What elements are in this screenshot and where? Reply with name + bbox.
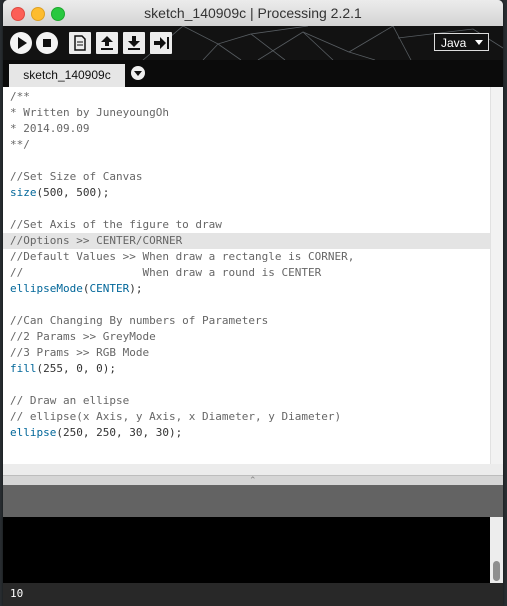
code-comment: //3 Prams >> RGB Mode bbox=[10, 346, 150, 359]
console-scroll-thumb[interactable] bbox=[493, 561, 500, 581]
tab-bar: sketch_140909c bbox=[3, 60, 503, 87]
code-line[interactable] bbox=[3, 201, 490, 217]
upload-arrow-icon bbox=[101, 36, 113, 50]
code-line[interactable]: fill(255, 0, 0); bbox=[3, 361, 490, 377]
status-bar: 10 bbox=[3, 583, 503, 606]
editor-scrollbar[interactable] bbox=[490, 87, 503, 464]
processing-window: sketch_140909c | Processing 2.2.1 Java s… bbox=[3, 0, 503, 606]
new-button[interactable] bbox=[69, 32, 91, 54]
code-line[interactable]: /** bbox=[3, 89, 490, 105]
run-button[interactable] bbox=[10, 32, 32, 54]
code-comment: **/ bbox=[10, 138, 30, 151]
code-comment: //2 Params >> GreyMode bbox=[10, 330, 156, 343]
chevron-down-icon bbox=[475, 40, 483, 45]
code-line[interactable]: //3 Prams >> RGB Mode bbox=[3, 345, 490, 361]
code-line[interactable] bbox=[3, 153, 490, 169]
code-comment: //Options >> CENTER/CORNER bbox=[10, 234, 183, 247]
code-line[interactable] bbox=[3, 297, 490, 313]
code-line[interactable]: size(500, 500); bbox=[3, 185, 490, 201]
code-keyword: ellipse bbox=[10, 426, 57, 439]
tab-menu-button[interactable] bbox=[131, 66, 145, 80]
code-editor[interactable]: /** * Written by JuneyoungOh * 2014.09.09 *… bbox=[3, 87, 490, 464]
code-line[interactable]: // Draw an ellipse bbox=[3, 393, 490, 409]
code-line[interactable]: // When draw a round is CENTER bbox=[3, 265, 490, 281]
code-keyword: fill bbox=[10, 362, 37, 375]
save-button[interactable] bbox=[123, 32, 145, 54]
code-comment: //Set Axis of the figure to draw bbox=[10, 218, 222, 231]
code-line[interactable]: // ellipse(x Axis, y Axis, x Diameter, y… bbox=[3, 409, 490, 425]
code-line[interactable]: //Set Axis of the figure to draw bbox=[3, 217, 490, 233]
stop-button[interactable] bbox=[36, 32, 58, 54]
code-line[interactable]: ellipse(250, 250, 30, 30); bbox=[3, 425, 490, 441]
code-line[interactable]: * Written by JuneyoungOh bbox=[3, 105, 490, 121]
window-title: sketch_140909c | Processing 2.2.1 bbox=[144, 5, 362, 21]
code-keyword: CENTER bbox=[89, 282, 130, 295]
code-text: (250, 250, 30, 30); bbox=[56, 426, 183, 439]
mode-label: Java bbox=[441, 36, 467, 50]
code-line[interactable]: //Set Size of Canvas bbox=[3, 169, 490, 185]
console[interactable] bbox=[3, 517, 490, 583]
mode-select[interactable]: Java bbox=[434, 33, 489, 51]
line-number: 10 bbox=[10, 587, 24, 600]
code-comment: // Draw an ellipse bbox=[10, 394, 130, 407]
title-bar[interactable]: sketch_140909c | Processing 2.2.1 bbox=[3, 0, 503, 27]
download-arrow-icon bbox=[128, 36, 140, 50]
console-scrollbar[interactable] bbox=[490, 517, 503, 583]
code-comment: //Set Size of Canvas bbox=[10, 170, 143, 183]
code-text: (255, 0, 0); bbox=[36, 362, 116, 375]
code-line[interactable]: //Options >> CENTER/CORNER bbox=[3, 233, 490, 249]
code-line[interactable]: //Can Changing By numbers of Parameters bbox=[3, 313, 490, 329]
play-icon bbox=[18, 37, 27, 49]
code-comment: * Written by JuneyoungOh bbox=[10, 106, 169, 119]
export-arrow-icon bbox=[154, 37, 169, 49]
stop-icon bbox=[43, 39, 51, 47]
code-comment: // When draw a round is CENTER bbox=[10, 266, 322, 279]
code-keyword: ellipseMode bbox=[10, 282, 83, 295]
code-comment: //Default Values >> When draw a rectangl… bbox=[10, 250, 355, 263]
code-text: (500, 500); bbox=[36, 186, 110, 199]
code-line[interactable]: * 2014.09.09 bbox=[3, 121, 490, 137]
new-file-icon bbox=[74, 35, 86, 51]
editor-horizontal-scrollbar[interactable] bbox=[3, 464, 503, 475]
message-area bbox=[3, 485, 503, 517]
open-button[interactable] bbox=[96, 32, 118, 54]
toolbar: Java bbox=[3, 26, 503, 60]
drag-handle-icon: ⌃ bbox=[249, 475, 257, 485]
code-comment: /** bbox=[10, 90, 30, 103]
code-line[interactable] bbox=[3, 377, 490, 393]
export-button[interactable] bbox=[150, 32, 172, 54]
code-line[interactable]: ellipseMode(CENTER); bbox=[3, 281, 490, 297]
code-line[interactable]: **/ bbox=[3, 137, 490, 153]
code-line[interactable]: //Default Values >> When draw a rectangl… bbox=[3, 249, 490, 265]
code-line[interactable]: //2 Params >> GreyMode bbox=[3, 329, 490, 345]
code-comment: * 2014.09.09 bbox=[10, 122, 90, 135]
code-text: ); bbox=[129, 282, 143, 295]
tab-sketch[interactable]: sketch_140909c bbox=[9, 64, 125, 87]
code-comment: //Can Changing By numbers of Parameters bbox=[10, 314, 269, 327]
console-splitter[interactable]: ⌃ bbox=[3, 475, 503, 485]
code-keyword: size bbox=[10, 186, 37, 199]
code-comment: // ellipse(x Axis, y Axis, x Diameter, y… bbox=[10, 410, 342, 423]
